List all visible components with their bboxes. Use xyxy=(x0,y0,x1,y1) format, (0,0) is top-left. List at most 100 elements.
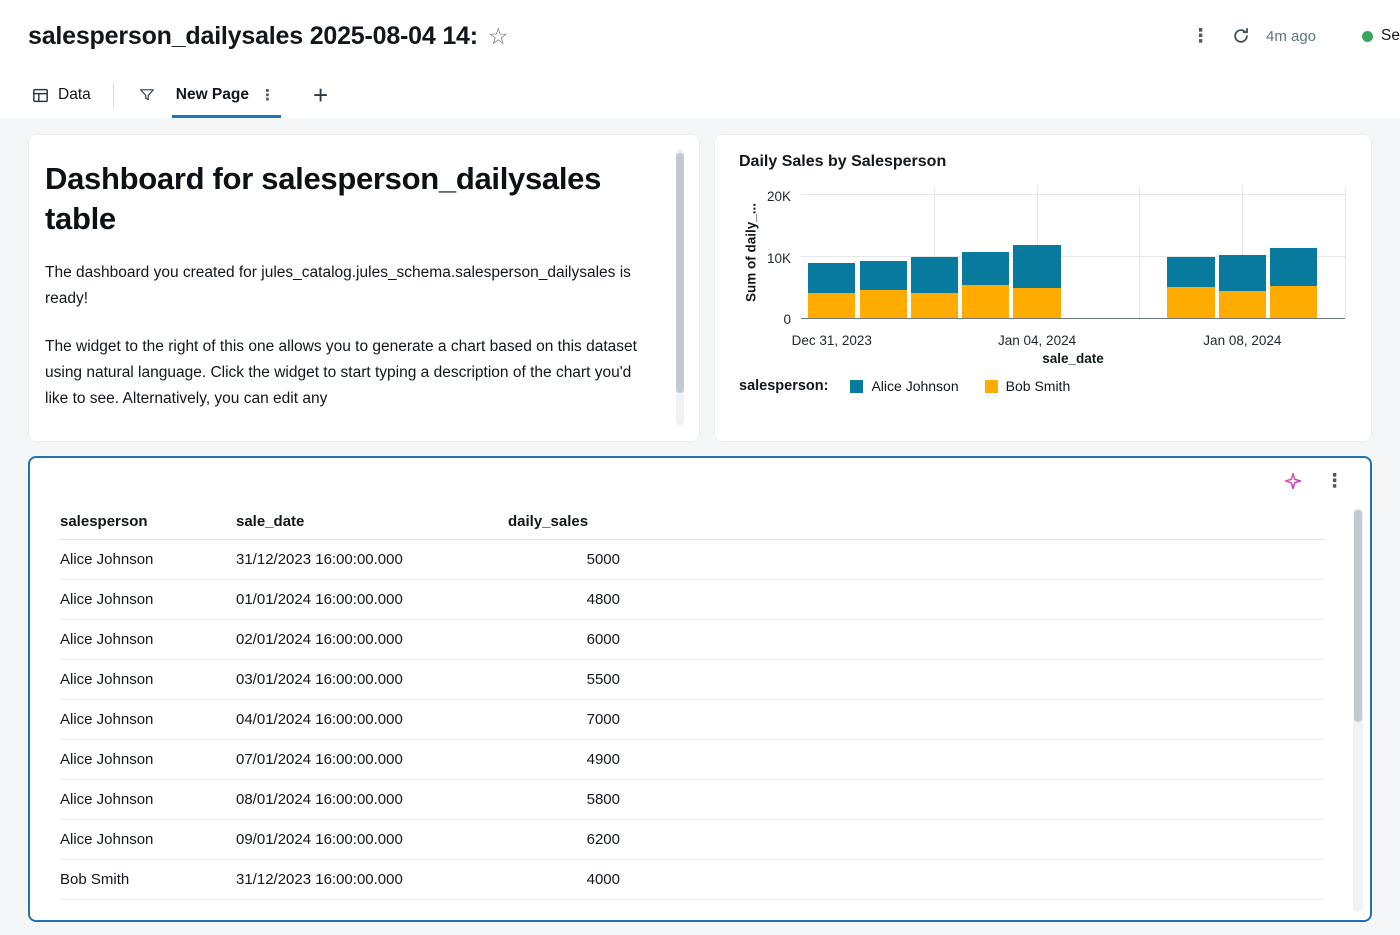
x-axis: Dec 31, 2023 Jan 04, 2024 Jan 08, 2024 xyxy=(792,327,1345,348)
chart-legend: salesperson: Alice Johnson Bob Smith xyxy=(739,378,1096,394)
table-cell: 02/01/2024 16:00:00.000 xyxy=(236,619,508,660)
bar-segment-bob-smith[interactable] xyxy=(910,293,959,318)
bar-segment-alice-johnson[interactable] xyxy=(1270,247,1318,287)
table-row[interactable]: Alice Johnson 07/01/2024 16:00:00.000 4900 xyxy=(60,739,1324,780)
table-cell: 6000 xyxy=(508,619,626,660)
table-scrollbar[interactable] xyxy=(1353,508,1363,912)
compute-status[interactable]: Se xyxy=(1362,27,1400,45)
table-cell: Alice Johnson xyxy=(60,739,236,780)
header-menu-icon[interactable]: ⋮ xyxy=(1185,25,1216,48)
table-cell: 31/12/2023 16:00:00.000 xyxy=(236,859,508,900)
table-cell: 08/01/2024 16:00:00.000 xyxy=(236,779,508,820)
table-row[interactable]: Alice Johnson 01/01/2024 16:00:00.000 4800 xyxy=(60,579,1324,620)
tab-new-page-label: New Page xyxy=(175,86,249,103)
legend-title: salesperson: xyxy=(739,378,829,394)
header-actions: ⋮ 4m ago Se xyxy=(1185,25,1400,48)
filter-icon-button[interactable] xyxy=(132,72,162,118)
bar-segment-bob-smith[interactable] xyxy=(1167,286,1215,318)
y-tick-label: 10K xyxy=(766,250,791,266)
dashboard-canvas: Dashboard for salesperson_dailysales tab… xyxy=(0,118,1400,935)
tab-menu-icon[interactable]: ⋮ xyxy=(258,88,277,103)
table-cell: 4000 xyxy=(508,859,626,900)
column-filler xyxy=(626,504,1324,540)
table-cell: 5500 xyxy=(508,659,626,700)
legend-swatch-icon xyxy=(984,379,998,393)
table-cell: 04/01/2024 16:00:00.000 xyxy=(236,699,508,740)
bar-segment-bob-smith[interactable] xyxy=(859,290,907,318)
table-row[interactable]: Bob Smith 31/12/2023 16:00:00.000 4000 xyxy=(60,859,1324,900)
text-widget-paragraph-1: The dashboard you created for jules_cata… xyxy=(45,264,631,308)
assistant-sparkle-icon[interactable] xyxy=(1283,471,1303,491)
bar-segment-alice-johnson[interactable] xyxy=(1167,256,1215,287)
chart-plot[interactable] xyxy=(801,187,1346,319)
table-cell: Bob Smith xyxy=(60,859,236,900)
legend-label: Alice Johnson xyxy=(871,378,959,394)
table-row[interactable]: Alice Johnson 08/01/2024 16:00:00.000 5800 xyxy=(60,779,1324,820)
table-row[interactable]: Alice Johnson 04/01/2024 16:00:00.000 7000 xyxy=(60,699,1324,740)
bar-segment-bob-smith[interactable] xyxy=(1013,288,1061,318)
tab-new-page[interactable]: New Page ⋮ xyxy=(171,72,281,118)
text-widget-scrollbar-thumb[interactable] xyxy=(676,153,684,394)
table-row[interactable]: Alice Johnson 09/01/2024 16:00:00.000 6200 xyxy=(60,819,1324,860)
table-cell: 5000 xyxy=(508,539,626,580)
bar-segment-alice-johnson[interactable] xyxy=(859,260,907,291)
table-cell: 6200 xyxy=(508,819,626,860)
table-widget[interactable]: ⋮ salesperson sale_date daily_sales Alice … xyxy=(28,456,1372,922)
column-header-salesperson[interactable]: salesperson xyxy=(60,504,236,540)
table-row[interactable]: Alice Johnson 03/01/2024 16:00:00.000 5500 xyxy=(60,659,1324,700)
column-header-daily_sales[interactable]: daily_sales xyxy=(508,504,626,540)
text-widget-scrollbar[interactable] xyxy=(676,149,684,425)
tab-divider xyxy=(112,83,114,107)
column-header-sale_date[interactable]: sale_date xyxy=(236,504,508,540)
dashboard-header: salesperson_dailysales 2025-08-04 14: ☆ … xyxy=(0,0,1400,72)
legend-item[interactable]: Bob Smith xyxy=(984,378,1071,394)
bar-segment-alice-johnson[interactable] xyxy=(1218,255,1266,291)
table-row[interactable]: Alice Johnson 31/12/2023 16:00:00.000 5000 xyxy=(60,539,1324,580)
table-cell: Alice Johnson xyxy=(60,779,236,820)
y-tick-label: 20K xyxy=(766,189,791,204)
chart-widget[interactable]: Daily Sales by Salesperson Sum of daily_… xyxy=(714,134,1372,442)
table-cell: 31/12/2023 16:00:00.000 xyxy=(236,539,508,580)
text-widget-paragraph-2: The widget to the right of this one allo… xyxy=(45,338,637,408)
table-widget-menu-icon[interactable]: ⋮ xyxy=(1319,470,1350,493)
table-cell: Alice Johnson xyxy=(60,819,236,860)
bar-segment-alice-johnson[interactable] xyxy=(808,262,856,294)
table-cell: 7000 xyxy=(508,699,626,740)
chart: Sum of daily_... 0 10K 20K Dec 31, 2023 Jan… xyxy=(739,181,1347,397)
x-axis-title: sale_date xyxy=(1042,351,1104,366)
tab-data[interactable]: Data xyxy=(28,72,95,118)
bar-segment-bob-smith[interactable] xyxy=(1270,286,1318,318)
tab-data-label: Data xyxy=(58,86,91,103)
text-widget-heading: Dashboard for salesperson_dailysales tab… xyxy=(45,161,602,236)
legend-swatch-icon xyxy=(850,379,864,393)
table-cell: 09/01/2024 16:00:00.000 xyxy=(236,819,508,860)
bar-segment-bob-smith[interactable] xyxy=(1218,290,1266,318)
bar-segment-alice-johnson[interactable] xyxy=(962,251,1010,286)
text-widget[interactable]: Dashboard for salesperson_dailysales tab… xyxy=(28,134,700,442)
favorite-star-icon[interactable]: ☆ xyxy=(488,24,509,48)
tab-bar: Data New Page ⋮ + xyxy=(0,72,1400,118)
legend-item[interactable]: Alice Johnson xyxy=(850,378,959,394)
legend-label: Bob Smith xyxy=(1005,378,1071,394)
status-green-dot-icon xyxy=(1362,30,1374,42)
bar-segment-bob-smith[interactable] xyxy=(808,293,856,318)
table-widget-toolbar: ⋮ xyxy=(30,458,1370,504)
table-body: Alice Johnson 31/12/2023 16:00:00.000 5000… xyxy=(60,539,1324,900)
page-title[interactable]: salesperson_dailysales 2025-08-04 14: xyxy=(28,22,478,51)
table-cell: 01/01/2024 16:00:00.000 xyxy=(236,579,508,620)
table-cell: 07/01/2024 16:00:00.000 xyxy=(236,739,508,780)
refresh-icon[interactable] xyxy=(1232,27,1250,45)
table-row[interactable]: Alice Johnson 02/01/2024 16:00:00.000 6000 xyxy=(60,619,1324,660)
table-grid-icon xyxy=(32,87,49,104)
x-tick-label: Jan 08, 2024 xyxy=(1203,333,1282,348)
table-scrollbar-thumb[interactable] xyxy=(1354,510,1362,722)
bar-segment-alice-johnson[interactable] xyxy=(1013,245,1061,289)
last-refreshed-label: 4m ago xyxy=(1265,27,1317,45)
y-axis: 0 10K 20K xyxy=(759,187,797,327)
bar-segment-alice-johnson[interactable] xyxy=(910,256,959,294)
table-cell: 4800 xyxy=(508,579,626,620)
add-page-button[interactable]: + xyxy=(305,72,336,118)
legend-items: Alice Johnson Bob Smith xyxy=(850,378,1096,394)
table-cell: Alice Johnson xyxy=(60,699,236,740)
bar-segment-bob-smith[interactable] xyxy=(962,285,1010,318)
